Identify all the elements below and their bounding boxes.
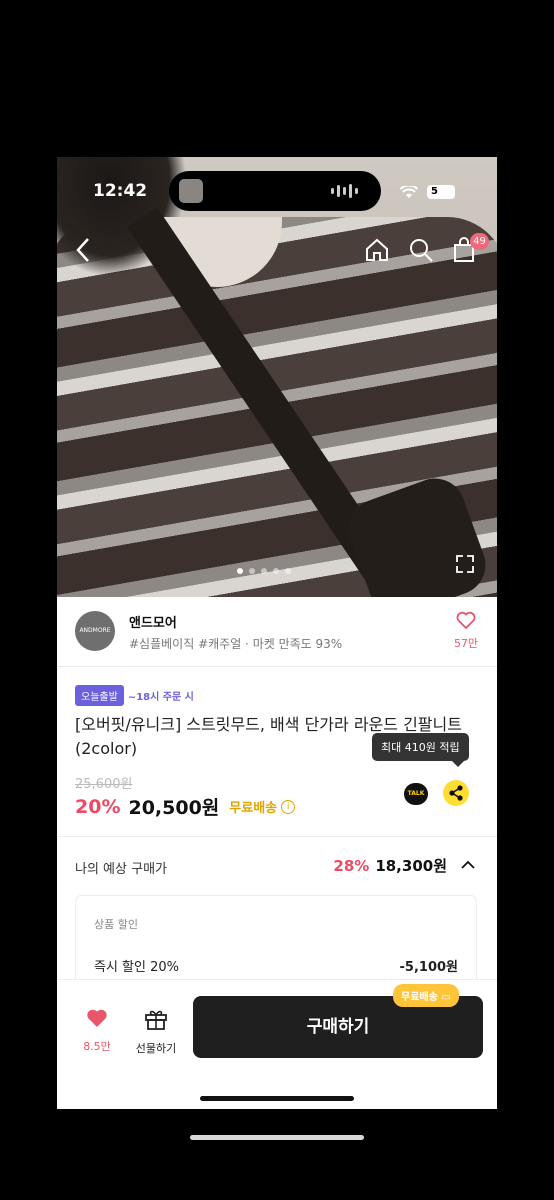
share-icon (449, 785, 463, 801)
free-shipping-label: 무료배송 (229, 801, 278, 816)
divider (57, 836, 497, 837)
discount-rate: 20% (75, 795, 121, 818)
cart-count-badge: 49 (470, 233, 489, 250)
like-count: 8.5만 (83, 1040, 111, 1053)
delivery-badges: 오늘출발 ~18시 주문 시 (75, 685, 194, 706)
points-tooltip: 최대 410원 적립 (372, 733, 469, 767)
carousel-dot[interactable] (237, 568, 243, 574)
top-nav (57, 233, 497, 269)
sale-price: 20,500원 (128, 797, 220, 819)
heart-outline-icon (451, 611, 481, 633)
outer-home-indicator (190, 1135, 364, 1140)
island-thumbnail (179, 179, 203, 203)
heart-filled-icon (77, 1008, 117, 1034)
expected-price-toggle[interactable]: 28% 18,300원 (333, 855, 475, 876)
expected-price: 18,300원 (375, 857, 447, 875)
seller-like-button[interactable]: 57만 (451, 611, 481, 651)
seller-like-count: 57만 (453, 637, 479, 650)
original-price: 25,600원 (75, 777, 133, 792)
truck-icon: ▭ (441, 992, 451, 1003)
carousel-dot[interactable] (273, 568, 279, 574)
today-ship-badge: 오늘출발 (75, 685, 124, 706)
gift-icon (131, 1008, 181, 1036)
carousel-dots (237, 568, 291, 574)
chevron-up-icon[interactable] (461, 858, 475, 874)
share-button[interactable] (443, 780, 469, 806)
expected-price-label: 나의 예상 구매가 (75, 862, 167, 877)
free-shipping-tag: 무료배송 ▭ (393, 984, 459, 1007)
app-screen: 12:42 5 49 ANDMORE 앤드모어 #심플베이직 #캐주얼 · 마켓… (57, 157, 497, 1109)
gift-button[interactable]: 선물하기 (131, 1008, 181, 1056)
audio-wave-icon (331, 184, 359, 198)
status-time: 12:42 (93, 181, 148, 201)
carousel-dot[interactable] (249, 568, 255, 574)
seller-row[interactable]: ANDMORE 앤드모어 #심플베이직 #캐주얼 · 마켓 만족도 93% 57… (57, 597, 497, 667)
breakdown-row-label: 즉시 할인 20% (94, 960, 179, 975)
expand-icon[interactable] (455, 554, 475, 579)
seller-tags: #심플베이직 #캐주얼 · 마켓 만족도 93% (129, 637, 343, 651)
like-button[interactable]: 8.5만 (77, 1008, 117, 1054)
expected-discount: 28% (333, 856, 370, 875)
gift-label: 선물하기 (135, 1042, 177, 1055)
free-shipping-tag-text: 무료배송 (401, 992, 438, 1003)
home-icon[interactable] (364, 237, 390, 267)
home-indicator[interactable] (200, 1096, 354, 1101)
price-row: 20% 20,500원 무료배송 i (75, 793, 296, 820)
bottom-bar: 8.5만 선물하기 구매하기 무료배송 ▭ (57, 979, 497, 1109)
order-cutoff-text: ~18시 주문 시 (127, 692, 194, 703)
dynamic-island (169, 171, 381, 211)
carousel-dot[interactable] (285, 568, 291, 574)
kakao-talk-button[interactable]: TALK (404, 783, 428, 805)
seller-name[interactable]: 앤드모어 (129, 612, 177, 631)
back-icon[interactable] (75, 237, 91, 267)
battery-icon: 5 (427, 185, 455, 199)
product-image[interactable]: 12:42 5 49 (57, 157, 497, 597)
seller-logo[interactable]: ANDMORE (75, 611, 115, 651)
search-icon[interactable] (408, 237, 434, 267)
carousel-dot[interactable] (261, 568, 267, 574)
info-icon[interactable]: i (281, 799, 296, 814)
wifi-icon (399, 184, 419, 203)
status-bar: 12:42 5 (57, 171, 497, 211)
breakdown-header: 상품 할인 (94, 918, 138, 931)
breakdown-row-value: -5,100원 (399, 960, 458, 975)
